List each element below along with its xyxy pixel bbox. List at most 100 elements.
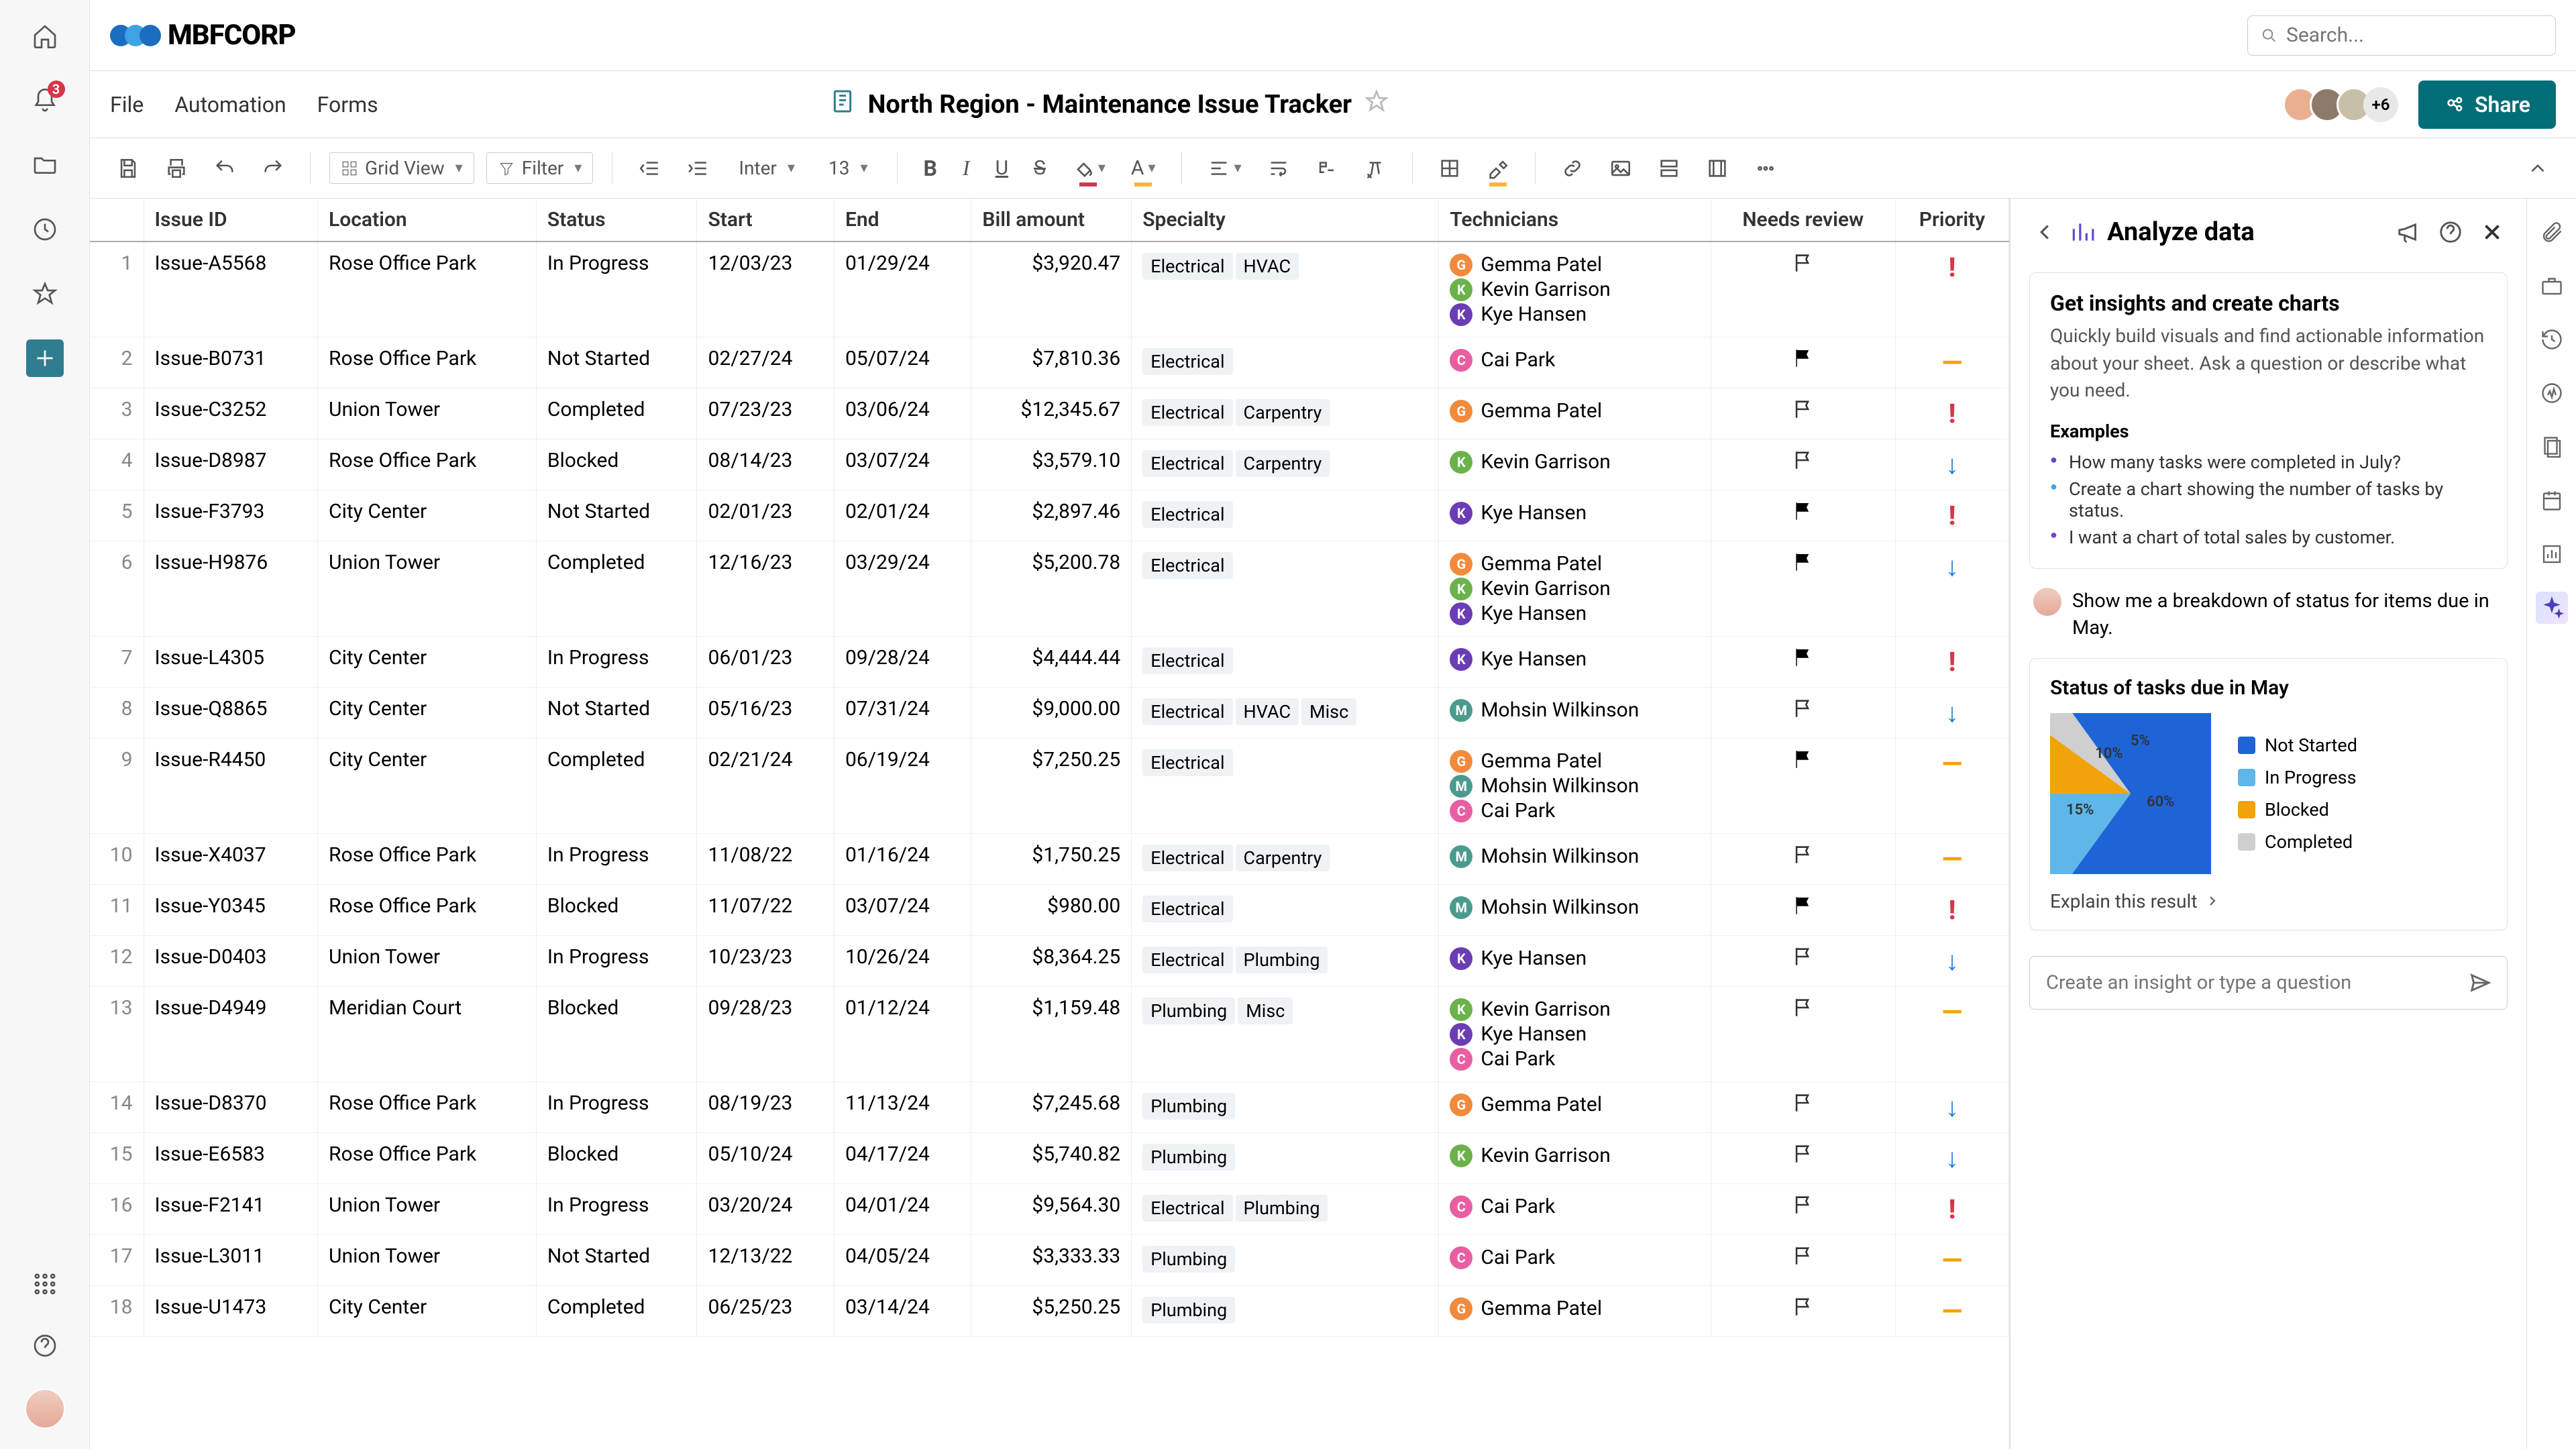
data-grid[interactable]: Issue IDLocationStatusStartEndBill amoun… — [90, 199, 2010, 1449]
insight-input-box[interactable] — [2029, 956, 2508, 1010]
view-selector[interactable]: Grid View — [329, 152, 474, 184]
undo-icon[interactable] — [207, 150, 243, 186]
global-search[interactable] — [2247, 15, 2556, 56]
collapse-toolbar-icon[interactable] — [2520, 150, 2556, 186]
docs-icon[interactable] — [2536, 431, 2568, 463]
star-icon[interactable] — [1364, 89, 1389, 121]
activity-icon[interactable] — [2536, 377, 2568, 409]
table-row[interactable]: 12Issue-D0403Union TowerIn Progress10/23… — [90, 936, 2009, 987]
insight-input[interactable] — [2046, 971, 2468, 994]
indent-icon[interactable] — [680, 150, 716, 186]
chart-title: Status of tasks due in May — [2050, 676, 2487, 700]
example-3[interactable]: I want a chart of total sales by custome… — [2050, 524, 2487, 551]
content-area: Issue IDLocationStatusStartEndBill amoun… — [90, 199, 2576, 1449]
image-icon[interactable] — [1603, 150, 1639, 186]
panel-help-icon[interactable] — [2438, 219, 2463, 245]
megaphone-icon[interactable] — [2396, 219, 2422, 245]
strikethrough-icon[interactable]: S — [1027, 150, 1053, 186]
menu-forms[interactable]: Forms — [317, 92, 378, 117]
filter-icon — [498, 160, 515, 177]
chart-icon — [2070, 219, 2095, 245]
bold-icon[interactable]: B — [916, 150, 943, 186]
example-1[interactable]: How many tasks were completed in July? — [2050, 449, 2487, 476]
table-row[interactable]: 11Issue-Y0345Rose Office ParkBlocked11/0… — [90, 885, 2009, 936]
table-row[interactable]: 3Issue-C3252Union TowerCompleted07/23/23… — [90, 388, 2009, 439]
menu-automation[interactable]: Automation — [174, 92, 286, 117]
table-row[interactable]: 8Issue-Q8865City CenterNot Started05/16/… — [90, 688, 2009, 739]
filter-button[interactable]: Filter — [486, 152, 594, 184]
create-button[interactable] — [26, 339, 64, 377]
right-utility-rail — [2526, 199, 2576, 1449]
briefcase-icon[interactable] — [2536, 270, 2568, 302]
favorites-icon[interactable] — [26, 275, 64, 313]
share-icon — [2444, 94, 2465, 115]
table-row[interactable]: 17Issue-L3011Union TowerNot Started12/13… — [90, 1235, 2009, 1286]
table-row[interactable]: 10Issue-X4037Rose Office ParkIn Progress… — [90, 834, 2009, 885]
help-icon[interactable] — [26, 1327, 64, 1364]
print-icon[interactable] — [158, 150, 195, 186]
folder-icon[interactable] — [26, 146, 64, 184]
highlight-icon[interactable] — [1480, 150, 1516, 186]
table-row[interactable]: 16Issue-F2141Union TowerIn Progress03/20… — [90, 1184, 2009, 1235]
italic-icon[interactable]: I — [956, 150, 977, 186]
format-icon[interactable] — [1309, 150, 1345, 186]
explain-result-link[interactable]: Explain this result — [2050, 890, 2487, 912]
apps-icon[interactable] — [26, 1265, 64, 1303]
example-2[interactable]: Create a chart showing the number of tas… — [2050, 476, 2487, 524]
brand-logo[interactable]: MBFCORP — [110, 19, 296, 52]
table-row[interactable]: 5Issue-F3793City CenterNot Started02/01/… — [90, 490, 2009, 541]
examples-label: Examples — [2050, 421, 2487, 442]
align-icon[interactable] — [1201, 150, 1248, 186]
share-button[interactable]: Share — [2418, 80, 2556, 129]
insert-row-icon[interactable] — [1651, 150, 1687, 186]
table-row[interactable]: 7Issue-L4305City CenterIn Progress06/01/… — [90, 637, 2009, 688]
reports-icon[interactable] — [2536, 538, 2568, 570]
user-avatar[interactable] — [25, 1389, 65, 1429]
table-row[interactable]: 18Issue-U1473City CenterCompleted06/25/2… — [90, 1286, 2009, 1337]
table-row[interactable]: 1Issue-A5568Rose Office ParkIn Progress1… — [90, 241, 2009, 337]
menu-file[interactable]: File — [110, 92, 144, 117]
borders-icon[interactable] — [1432, 150, 1468, 186]
more-icon[interactable] — [1748, 150, 1784, 186]
calendar-icon[interactable] — [2536, 484, 2568, 517]
clear-format-icon[interactable] — [1357, 150, 1393, 186]
redo-icon[interactable] — [255, 150, 291, 186]
save-icon[interactable] — [110, 150, 146, 186]
underline-icon[interactable]: U — [989, 150, 1015, 186]
search-input[interactable] — [2286, 23, 2542, 47]
table-row[interactable]: 4Issue-D8987Rose Office ParkBlocked08/14… — [90, 439, 2009, 490]
header-row: Issue IDLocationStatusStartEndBill amoun… — [90, 199, 2009, 241]
back-icon[interactable] — [2032, 219, 2057, 245]
table-row[interactable]: 15Issue-E6583Rose Office ParkBlocked05/1… — [90, 1133, 2009, 1184]
notifications-icon[interactable]: 3 — [26, 82, 64, 119]
table-row[interactable]: 9Issue-R4450City CenterCompleted02/21/24… — [90, 739, 2009, 834]
home-icon[interactable] — [26, 17, 64, 55]
recents-icon[interactable] — [26, 211, 64, 248]
columns-icon[interactable] — [1699, 150, 1735, 186]
attachments-icon[interactable] — [2536, 216, 2568, 248]
link-icon[interactable] — [1554, 150, 1591, 186]
bucket-color-icon[interactable] — [1065, 150, 1112, 186]
font-size-selector[interactable]: 13 — [818, 153, 879, 183]
avatar-stack[interactable]: +6 — [2291, 87, 2398, 122]
document-title-text[interactable]: North Region - Maintenance Issue Tracker — [868, 90, 1352, 119]
table-row[interactable]: 6Issue-H9876Union TowerCompleted12/16/23… — [90, 541, 2009, 637]
insights-body: Quickly build visuals and find actionabl… — [2050, 323, 2487, 405]
text-color-icon[interactable]: A — [1124, 150, 1163, 186]
analyze-panel: Analyze data Get insights and create cha… — [2010, 199, 2526, 1449]
outdent-icon[interactable] — [631, 150, 667, 186]
table-row[interactable]: 14Issue-D8370Rose Office ParkIn Progress… — [90, 1082, 2009, 1133]
close-icon[interactable] — [2479, 219, 2505, 245]
title-bar: File Automation Forms North Region - Mai… — [90, 71, 2576, 138]
send-icon[interactable] — [2468, 971, 2491, 994]
history-icon[interactable] — [2536, 323, 2568, 356]
ai-sparkle-icon[interactable] — [2536, 592, 2568, 624]
more-collaborators[interactable]: +6 — [2363, 87, 2398, 122]
legend-item: Blocked — [2238, 799, 2357, 820]
collaborators: +6 Share — [2291, 80, 2556, 129]
table-row[interactable]: 2Issue-B0731Rose Office ParkNot Started0… — [90, 337, 2009, 388]
font-selector[interactable]: Inter — [728, 153, 806, 183]
wrap-icon[interactable] — [1260, 150, 1297, 186]
legend-item: In Progress — [2238, 767, 2357, 788]
table-row[interactable]: 13Issue-D4949Meridian CourtBlocked09/28/… — [90, 987, 2009, 1082]
